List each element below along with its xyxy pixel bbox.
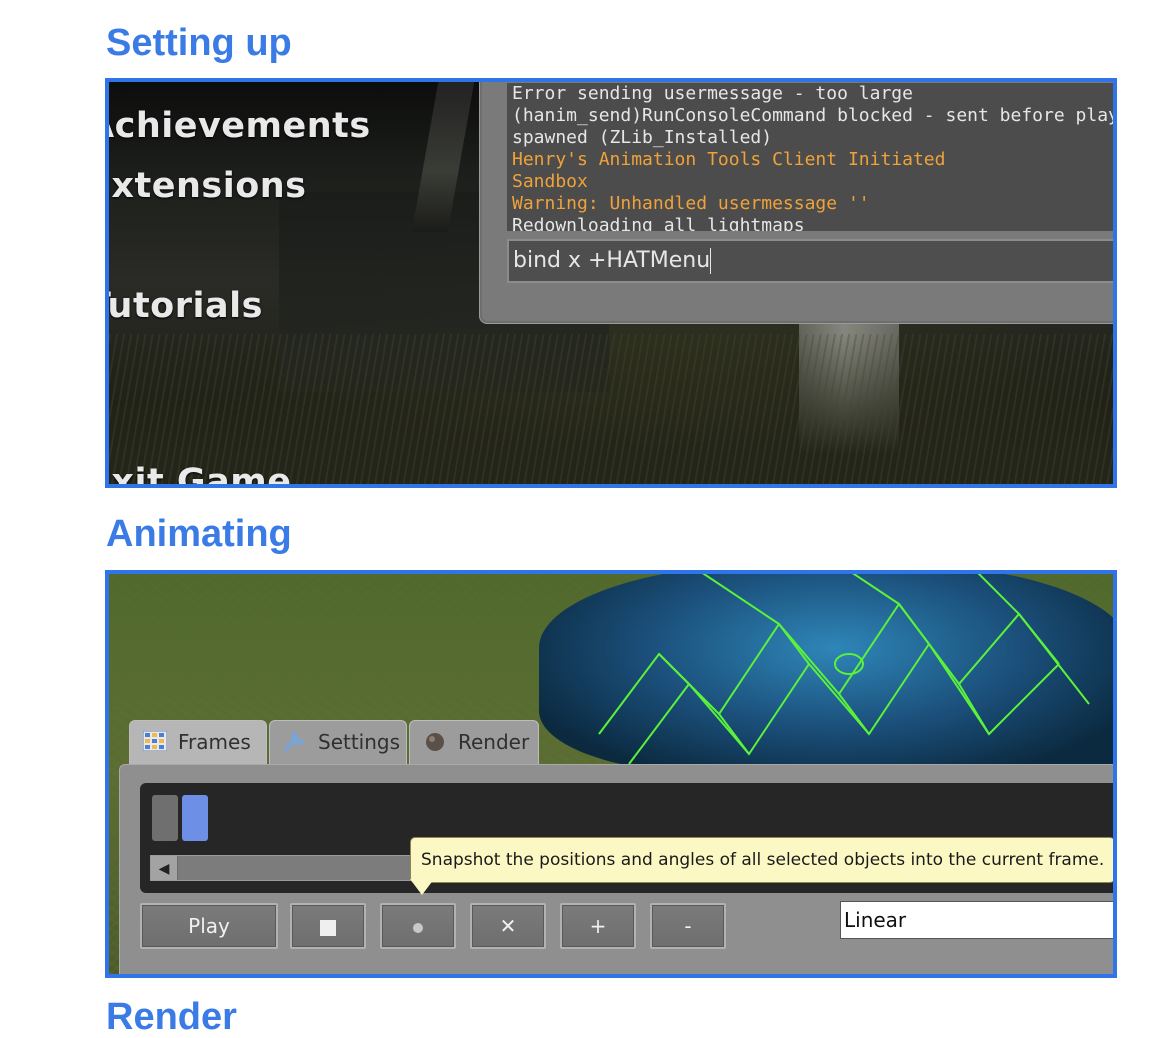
tab-settings[interactable]: Settings	[269, 720, 407, 764]
tab-frames-label: Frames	[178, 730, 251, 754]
console-input[interactable]: bind x +HATMenu	[507, 239, 1113, 283]
console-line: Redownloading all lightmaps	[512, 215, 805, 231]
wireframe-mesh	[598, 574, 1090, 765]
add-frame-button[interactable]: +	[560, 903, 636, 949]
frame-slot-selected[interactable]	[182, 795, 208, 841]
menu-item-exit-game[interactable]: Exit Game	[109, 462, 291, 484]
wireframe-model	[539, 574, 1113, 774]
console-line: Warning: Unhandled usermessage ''	[512, 193, 870, 214]
interpolation-select[interactable]: Linear	[840, 901, 1113, 939]
console-line: (hanim_send)RunConsoleCommand blocked - …	[512, 105, 1113, 126]
record-icon	[413, 922, 423, 933]
tooltip-tail	[410, 879, 434, 895]
frame-slot[interactable]	[152, 795, 178, 841]
section-title-animating: Animating	[106, 513, 292, 555]
menu-item-tutorials[interactable]: Tutorials	[109, 286, 263, 326]
stop-icon	[320, 919, 336, 936]
hat-panel: ◀ Snapshot the positions and angles of a…	[119, 764, 1113, 974]
section-title-setting-up: Setting up	[106, 22, 292, 64]
console-line: Sandbox	[512, 171, 588, 192]
console-log: Error sending usermessage - too large (ha…	[507, 83, 1113, 231]
scroll-left-arrow-icon[interactable]: ◀	[151, 856, 178, 880]
console-line: spawned (ZLib_Installed)	[512, 127, 773, 148]
tab-render[interactable]: Render	[409, 720, 539, 764]
tab-settings-label: Settings	[318, 730, 401, 754]
menu-item-achievements[interactable]: Achievements	[109, 106, 371, 146]
console-input-value: bind x +HATMenu	[513, 248, 711, 273]
stop-button[interactable]	[290, 903, 366, 949]
wrench-icon	[284, 732, 304, 751]
remove-frame-button[interactable]: -	[650, 903, 726, 949]
developer-console: Error sending usermessage - too large (ha…	[479, 82, 1113, 324]
delete-frame-button[interactable]: ✕	[470, 903, 546, 949]
animating-screenshot: Frames Settings Render ◀ Snapshot the po…	[105, 570, 1117, 978]
console-line: Error sending usermessage - too large	[512, 83, 913, 104]
setup-screenshot: Achievements Extensions Tutorials Exit G…	[105, 78, 1117, 488]
tab-frames[interactable]: Frames	[129, 720, 267, 764]
console-line: Henry's Animation Tools Client Initiated	[512, 149, 946, 170]
grid-icon	[143, 731, 167, 751]
camera-icon	[426, 733, 444, 751]
snapshot-button[interactable]	[380, 903, 456, 949]
menu-item-extensions[interactable]: Extensions	[109, 166, 307, 206]
text-caret	[710, 248, 712, 274]
snapshot-tooltip: Snapshot the positions and angles of all…	[410, 837, 1113, 883]
section-title-next: Render	[106, 996, 237, 1038]
tab-render-label: Render	[458, 730, 530, 754]
play-button[interactable]: Play	[140, 903, 278, 949]
